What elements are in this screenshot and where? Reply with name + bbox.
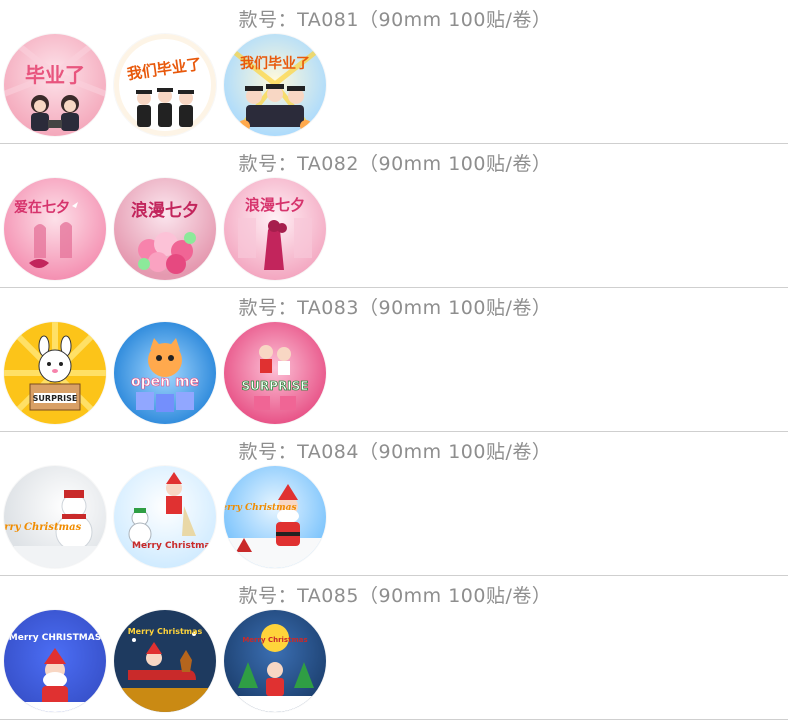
product-code-label: 款号：TA081（90mm 100贴/卷） xyxy=(238,9,552,31)
christmas-dark-sticker-2-image: Merry Christmas xyxy=(114,610,216,712)
surprise-sticker-1[interactable]: SURPRISE xyxy=(4,322,106,424)
christmas-dark-sticker-1-image: Merry CHRISTMAS xyxy=(4,610,106,712)
christmas-dark-sticker-3[interactable]: Merry Christmas xyxy=(224,610,326,712)
sticker-text: open me xyxy=(131,374,199,390)
qixi-sticker-2-image: 浪漫七夕 xyxy=(114,178,216,280)
sticker-text: 浪漫七夕 xyxy=(245,196,305,214)
sticker-text: Merry Christmas xyxy=(242,636,307,644)
product-row-ta081: 款号：TA081（90mm 100贴/卷） 毕业了 我们毕业了 我们毕业了 xyxy=(0,0,790,144)
sticker-text: Merry Christmas xyxy=(4,522,82,533)
product-row-ta082: 款号：TA082（90mm 100贴/卷） 爱在七夕 浪漫七夕 浪漫七夕 xyxy=(0,144,790,288)
christmas-sticker-2[interactable]: Merry Christmas xyxy=(114,466,216,568)
christmas-sticker-2-image: Merry Christmas xyxy=(114,466,216,568)
sticker-text: Merry CHRISTMAS xyxy=(9,633,101,643)
sticker-text: Merry Christmas xyxy=(132,541,216,551)
sticker-text: 我们毕业了 xyxy=(240,55,310,72)
graduation-sticker-2-image: 我们毕业了 xyxy=(114,34,216,136)
sticker-text: 浪漫七夕 xyxy=(131,200,199,221)
christmas-sticker-1-image: Merry Christmas xyxy=(4,466,106,568)
surprise-sticker-3[interactable]: SURPRISE xyxy=(224,322,326,424)
product-code-label: 款号：TA082（90mm 100贴/卷） xyxy=(238,153,552,175)
christmas-dark-sticker-2[interactable]: Merry Christmas xyxy=(114,610,216,712)
surprise-sticker-2[interactable]: open me xyxy=(114,322,216,424)
qixi-sticker-1-image: 爱在七夕 xyxy=(4,178,106,280)
sticker-text: 爱在七夕 xyxy=(14,199,70,216)
sticker-text: Merry Christmas xyxy=(128,627,203,636)
surprise-sticker-2-image: open me xyxy=(114,322,216,424)
graduation-sticker-1[interactable]: 毕业了 xyxy=(4,34,106,136)
product-code-label: 款号：TA084（90mm 100贴/卷） xyxy=(238,441,552,463)
product-row-ta085: 款号：TA085（90mm 100贴/卷） Merry CHRISTMAS Me… xyxy=(0,576,790,720)
product-row-ta084: 款号：TA084（90mm 100贴/卷） Merry Christmas xyxy=(0,432,790,576)
sticker-text: SURPRISE xyxy=(242,379,309,393)
christmas-sticker-3[interactable]: Merry Christmas xyxy=(224,466,326,568)
graduation-sticker-2[interactable]: 我们毕业了 xyxy=(114,34,216,136)
christmas-sticker-1[interactable]: Merry Christmas xyxy=(4,466,106,568)
sticker-text: SURPRISE xyxy=(33,394,78,403)
graduation-sticker-1-image: 毕业了 xyxy=(4,34,106,136)
qixi-sticker-2[interactable]: 浪漫七夕 xyxy=(114,178,216,280)
qixi-sticker-1[interactable]: 爱在七夕 xyxy=(4,178,106,280)
sticker-text: 毕业了 xyxy=(25,63,85,87)
surprise-sticker-1-image: SURPRISE xyxy=(4,322,106,424)
product-row-ta083: 款号：TA083（90mm 100贴/卷） SURPRISE open me S… xyxy=(0,288,790,432)
product-code-label: 款号：TA085（90mm 100贴/卷） xyxy=(238,585,552,607)
product-code-label: 款号：TA083（90mm 100贴/卷） xyxy=(238,297,552,319)
christmas-dark-sticker-3-image: Merry Christmas xyxy=(224,610,326,712)
sticker-text: Merry Christmas xyxy=(224,503,297,513)
graduation-sticker-3[interactable]: 我们毕业了 xyxy=(224,34,326,136)
christmas-dark-sticker-1[interactable]: Merry CHRISTMAS xyxy=(4,610,106,712)
surprise-sticker-3-image: SURPRISE xyxy=(224,322,326,424)
qixi-sticker-3[interactable]: 浪漫七夕 xyxy=(224,178,326,280)
graduation-sticker-3-image: 我们毕业了 xyxy=(224,34,326,136)
christmas-sticker-3-image: Merry Christmas xyxy=(224,466,326,568)
qixi-sticker-3-image: 浪漫七夕 xyxy=(224,178,326,280)
